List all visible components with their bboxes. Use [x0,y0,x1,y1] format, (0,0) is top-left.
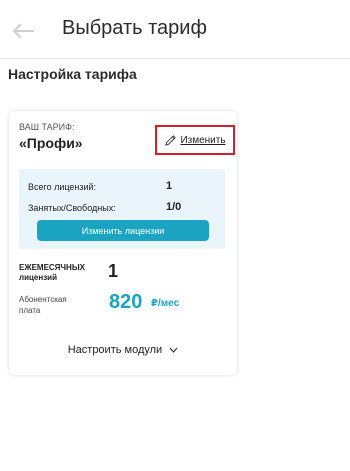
configure-modules-button[interactable]: Настроить модули [9,344,237,356]
total-licenses-value: 1 [166,180,173,192]
change-licenses-button[interactable]: Изменить лицензии [37,220,209,241]
licenses-box: Всего лицензий: 1 Занятых/Свободных: 1/0… [19,169,225,249]
edit-tariff-link[interactable]: Изменить [155,125,235,155]
back-button[interactable] [10,17,38,45]
monthly-licenses-count: 1 [108,261,119,281]
pencil-icon [165,134,177,146]
edit-tariff-label: Изменить [180,134,226,146]
busy-free-value: 1/0 [166,201,182,213]
header-divider [0,58,350,59]
busy-free-label: Занятых/Свободных: [28,203,116,213]
page-title: Выбрать тариф [62,17,207,39]
tariff-caption: ВАШ ТАРИФ: [19,122,75,132]
total-licenses-label: Всего лицензий: [28,182,97,192]
configure-modules-label: Настроить модули [67,344,163,356]
section-title: Настройка тарифа [8,66,137,82]
tariff-name: «Профи» [19,135,83,151]
tariff-card: ВАШ ТАРИФ: «Профи» Изменить Всего лиценз… [9,111,237,375]
back-arrow-icon [12,23,34,39]
subscription-fee-label: Абонентская плата [19,295,67,315]
subscription-fee-unit: ₽/мес [151,298,180,309]
subscription-fee-amount: 820 [109,291,143,313]
app-header: Выбрать тариф [0,0,350,58]
chevron-down-icon [169,347,178,354]
monthly-licenses-label: ЕЖЕМЕСЯЧНЫХ лицензий [19,263,85,282]
